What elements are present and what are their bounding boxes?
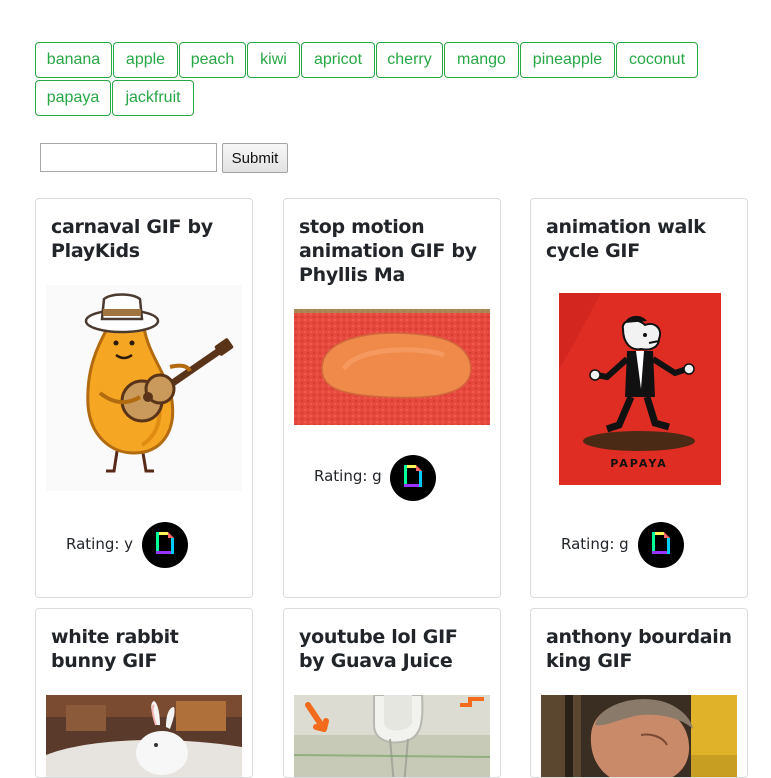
gif-card: carnaval GIF by PlayKids Rating: y bbox=[35, 198, 253, 598]
giphy-logo-icon bbox=[153, 528, 177, 563]
gif-title: carnaval GIF by PlayKids bbox=[51, 216, 213, 262]
rating-label: Rating: g bbox=[314, 467, 382, 485]
gif-card: stop motion animation GIF by Phyllis Ma … bbox=[283, 198, 501, 598]
tag-button-papaya[interactable]: papaya bbox=[35, 80, 111, 116]
papaya-sign-text: PAPAYA bbox=[610, 457, 668, 470]
gif-title: animation walk cycle GIF bbox=[546, 216, 706, 262]
gif-image-papaya-slice bbox=[294, 309, 490, 425]
tag-button-apricot[interactable]: apricot bbox=[301, 42, 375, 78]
search-input[interactable] bbox=[40, 143, 217, 172]
tag-button-mango[interactable]: mango bbox=[444, 42, 519, 78]
tag-button-coconut[interactable]: coconut bbox=[616, 42, 698, 78]
gif-card: animation walk cycle GIF PAPAYA Rating: … bbox=[530, 198, 748, 598]
tag-button-jackfruit[interactable]: jackfruit bbox=[112, 80, 194, 116]
gif-image-papaya-walk-cycle: PAPAYA bbox=[541, 289, 737, 493]
tag-button-peach[interactable]: peach bbox=[179, 42, 246, 78]
tag-button-cherry[interactable]: cherry bbox=[376, 42, 443, 78]
gif-image-guava-juice bbox=[294, 695, 490, 777]
rating-label: Rating: g bbox=[561, 535, 629, 553]
gif-image-white-rabbit bbox=[46, 695, 242, 777]
giphy-link-button[interactable] bbox=[638, 522, 684, 568]
gif-card: youtube lol GIF by Guava Juice bbox=[283, 608, 501, 778]
gif-card: white rabbit bunny GIF bbox=[35, 608, 253, 778]
gif-title: stop motion animation GIF by Phyllis Ma bbox=[299, 216, 477, 286]
submit-button[interactable]: Submit bbox=[222, 143, 288, 173]
tag-button-kiwi[interactable]: kiwi bbox=[247, 42, 300, 78]
gif-card: anthony bourdain king GIF bbox=[530, 608, 748, 778]
tag-button-apple[interactable]: apple bbox=[113, 42, 178, 78]
giphy-link-button[interactable] bbox=[390, 455, 436, 501]
giphy-logo-icon bbox=[649, 528, 673, 563]
giphy-logo-icon bbox=[401, 461, 425, 496]
tag-button-pineapple[interactable]: pineapple bbox=[520, 42, 615, 78]
rating-label: Rating: y bbox=[66, 535, 134, 553]
tag-button-banana[interactable]: banana bbox=[35, 42, 112, 78]
gif-image-papaya-ukulele bbox=[46, 285, 242, 491]
gif-title: youtube lol GIF by Guava Juice bbox=[299, 626, 458, 672]
gif-title: anthony bourdain king GIF bbox=[546, 626, 732, 672]
gif-image-anthony-bourdain bbox=[541, 695, 737, 777]
gif-title: white rabbit bunny GIF bbox=[51, 626, 179, 672]
giphy-link-button[interactable] bbox=[142, 522, 188, 568]
